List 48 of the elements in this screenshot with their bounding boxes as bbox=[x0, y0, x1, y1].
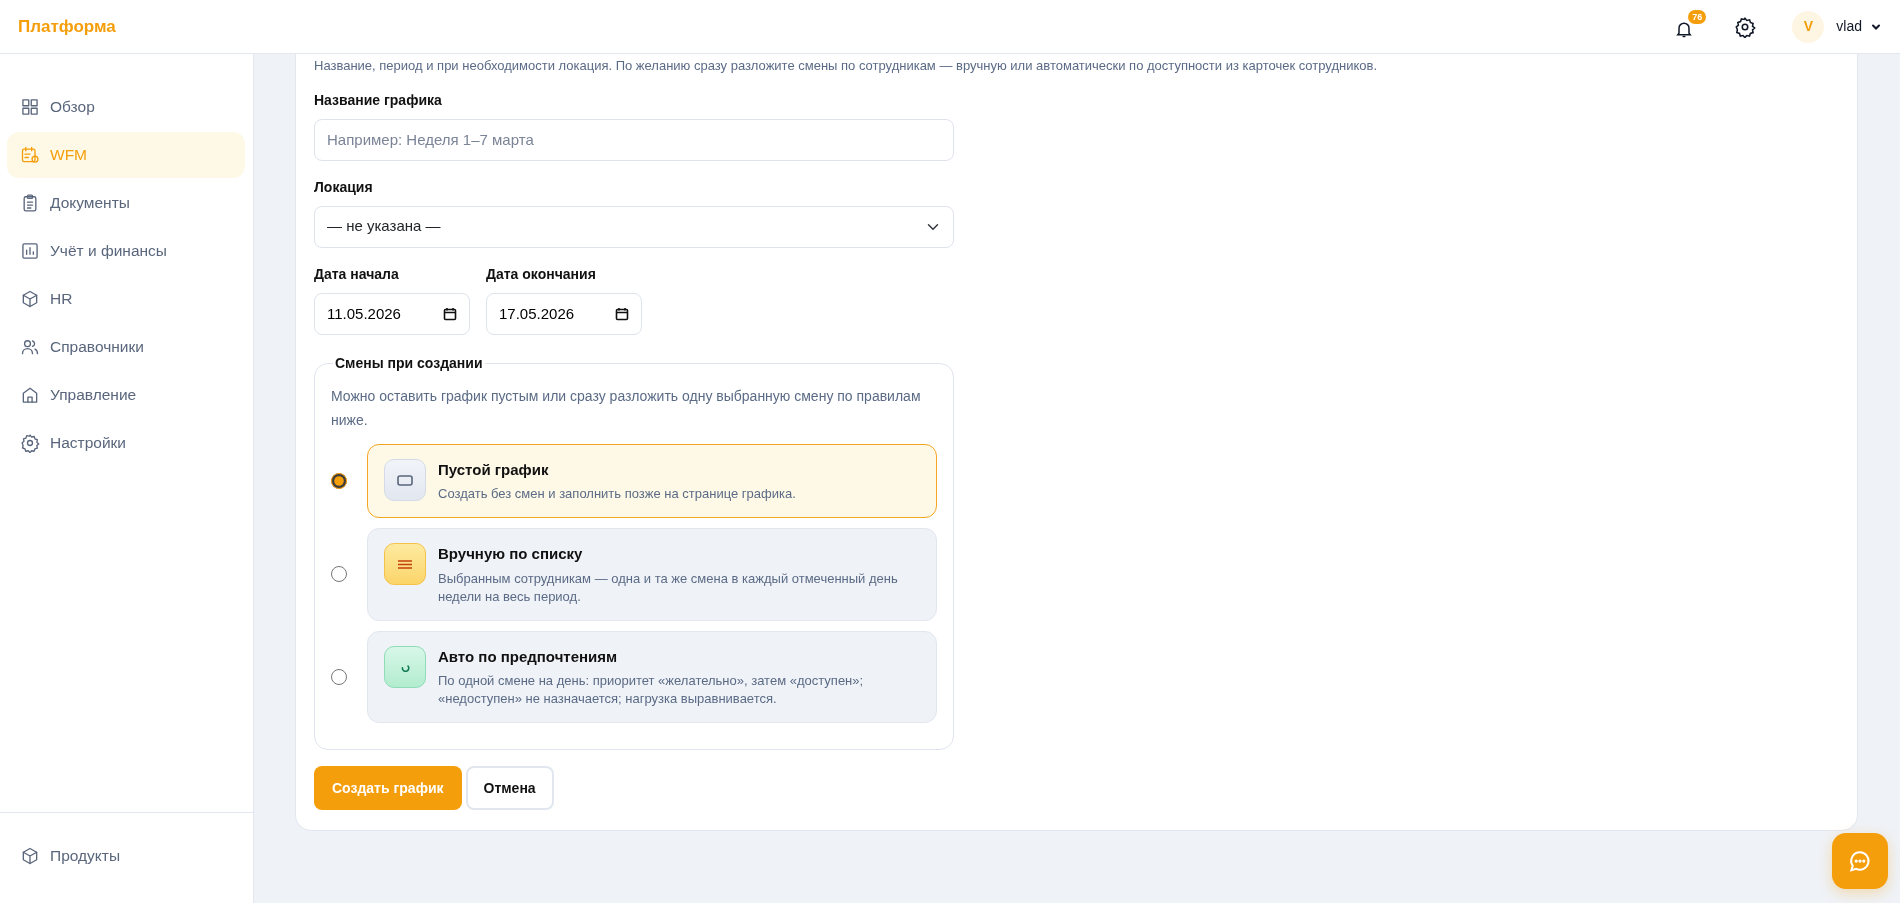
section-hint: Можно оставить график пустым или сразу разложить одну выбранную смену по правилам ниже. bbox=[331, 386, 922, 430]
field-label: Название графика bbox=[314, 90, 443, 110]
notification-count: 76 bbox=[1688, 10, 1707, 24]
schedule-name-field[interactable]: Например: Неделя 1–7 марта bbox=[314, 118, 954, 161]
option-description: По одной смене на день: приоритет «желательно», затем «доступен»; «недоступен» не назначается; нагрузка выравнивается. bbox=[438, 672, 865, 708]
sidebar-item[interactable]: Настройки bbox=[7, 420, 245, 466]
option-description: Создать без смен и заполнить позже на странице графика. bbox=[438, 485, 796, 503]
bar-chart-icon bbox=[20, 241, 40, 261]
cube-icon bbox=[20, 289, 40, 309]
calendar-icon[interactable] bbox=[443, 306, 457, 321]
sidebar-item[interactable]: Обзор bbox=[7, 84, 245, 130]
cube-icon bbox=[20, 846, 40, 866]
field-label: Локация bbox=[314, 177, 374, 197]
sidebar-item[interactable]: Учёт и финансы bbox=[7, 228, 245, 274]
users-icon bbox=[20, 337, 40, 357]
location-select[interactable]: — не указана — bbox=[314, 205, 954, 248]
home-icon bbox=[20, 385, 40, 405]
section-title: Смены при создании bbox=[334, 353, 484, 373]
sidebar-item[interactable]: Продукты bbox=[7, 833, 245, 879]
calendar-icon[interactable] bbox=[615, 306, 629, 321]
field-label: Дата окончания bbox=[486, 264, 597, 284]
user-name[interactable]: vlad bbox=[1836, 16, 1862, 37]
radio-button[interactable] bbox=[331, 668, 347, 685]
date-field[interactable]: 17.05.2026 bbox=[486, 292, 642, 335]
option-title: Вручную по списку bbox=[438, 544, 584, 564]
refresh-icon bbox=[384, 645, 426, 688]
settings-icon bbox=[1734, 15, 1757, 38]
option-title: Пустой график bbox=[438, 459, 550, 480]
sidebar-item[interactable]: Документы bbox=[7, 180, 245, 226]
grid-icon bbox=[20, 97, 40, 117]
lines-icon bbox=[384, 543, 426, 585]
settings-icon bbox=[20, 433, 40, 453]
field-label: Дата начала bbox=[314, 264, 400, 284]
radio-button[interactable] bbox=[331, 566, 347, 583]
option-card[interactable]: Пустой график Создать без смен и заполнить позже на странице графика. bbox=[367, 443, 937, 518]
sidebar-item[interactable]: HR bbox=[7, 276, 245, 322]
calendar-icon bbox=[20, 145, 40, 165]
sidebar-item[interactable]: Управление bbox=[7, 372, 245, 418]
option-description: Выбранным сотрудникам — одна и та же смена в каждый отмеченный день недели на весь период. bbox=[438, 569, 899, 606]
option-card[interactable]: Авто по предпочтениям По одной смене на день: приоритет «желательно», затем «доступен»; «недоступен» не назначается; нагрузка выравнивается. bbox=[367, 630, 937, 723]
option-card[interactable]: Вручную по списку Выбранным сотрудникам — одна и та же смена в каждый отмеченный день недели на весь период. bbox=[367, 528, 937, 621]
rectangle-icon bbox=[384, 458, 426, 501]
cancel-button[interactable]: Отмена bbox=[465, 766, 554, 810]
form-description: Название, период и при необходимости локация. По желанию сразу разложите смены по сотрудникам — вручную или автоматически по доступности из карточек сотрудников. bbox=[314, 57, 1379, 75]
date-field[interactable]: 11.05.2026 bbox=[314, 292, 470, 335]
option-title: Авто по предпочтениям bbox=[438, 646, 619, 667]
sidebar-item[interactable]: Справочники bbox=[7, 324, 245, 370]
radio-button[interactable] bbox=[331, 472, 347, 489]
